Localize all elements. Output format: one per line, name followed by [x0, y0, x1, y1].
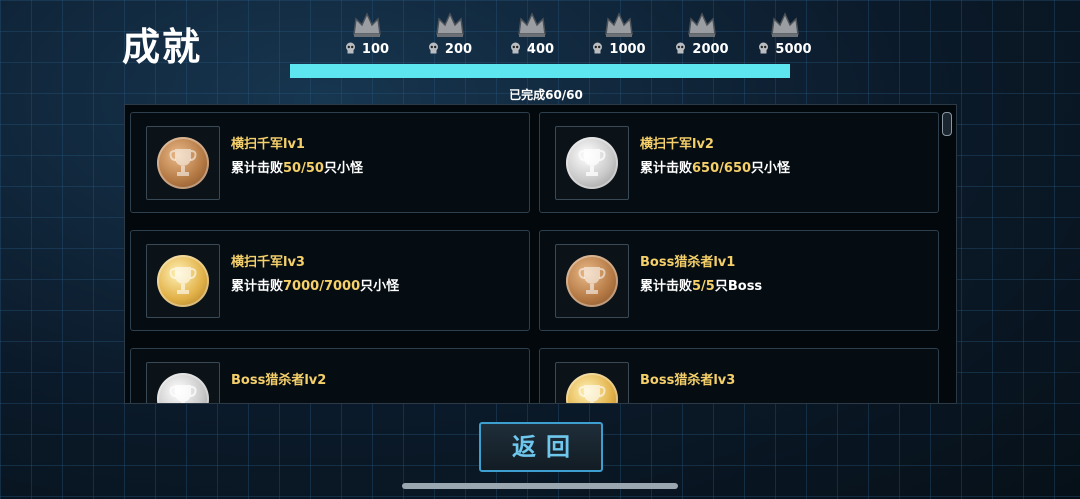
achievement-name: 横扫千军lv1: [231, 137, 305, 152]
achievement-card: 横扫千军lv1 累计击败50/50只小怪: [130, 112, 530, 213]
achievement-card: 横扫千军lv3 累计击败7000/7000只小怪: [130, 230, 530, 331]
medal-frame: [146, 244, 220, 318]
desc-count: 5/5: [692, 279, 715, 294]
skull-icon: [676, 42, 686, 54]
desc-prefix: 累计击败: [231, 279, 284, 294]
crown-icon: [771, 12, 799, 37]
milestone-5000: 5000: [750, 10, 820, 57]
milestone-400: 400: [497, 10, 567, 57]
achievement-name: 横扫千军lv2: [640, 137, 714, 152]
milestone-100: 100: [332, 10, 402, 57]
milestone-200: 200: [415, 10, 485, 57]
achievement-desc: 累计击败50/50只小怪: [231, 157, 363, 176]
crown-icon: [518, 12, 546, 37]
milestone-value: 1000: [609, 42, 646, 57]
desc-suffix: 只Boss: [714, 279, 763, 294]
progress-label: 已完成60/60: [509, 88, 583, 102]
milestone-value: 100: [361, 42, 390, 57]
desc-prefix: 累计击败: [640, 161, 693, 176]
gold-trophy-icon: [157, 255, 209, 307]
progress-bar: [290, 64, 790, 78]
achievement-list[interactable]: 横扫千军lv1 累计击败50/50只小怪 横扫千军lv2 累计击败650/650…: [124, 104, 957, 404]
crown-icon: [605, 12, 633, 37]
desc-prefix: 累计击败: [231, 161, 284, 176]
crown-icon: [688, 12, 716, 37]
medal-frame: [146, 362, 220, 403]
achievement-name: 横扫千军lv3: [231, 255, 305, 270]
gold-trophy-icon: [566, 373, 618, 403]
achievement-card: Boss猎杀者lv2: [130, 348, 530, 403]
back-button[interactable]: 返回: [479, 422, 603, 472]
achievement-card: Boss猎杀者lv3: [539, 348, 939, 403]
medal-frame: [555, 244, 629, 318]
milestone-value: 2000: [692, 42, 729, 57]
crown-icon: [353, 12, 381, 37]
achievement-desc: 累计击败650/650只小怪: [640, 157, 790, 176]
silver-trophy-icon: [566, 137, 618, 189]
skull-icon: [428, 42, 438, 54]
desc-count: 7000/7000: [283, 279, 361, 294]
skull-icon: [593, 42, 603, 54]
page-title: 成就: [122, 25, 203, 69]
desc-suffix: 只小怪: [360, 279, 400, 294]
achievement-name: Boss猎杀者lv2: [231, 373, 327, 388]
desc-count: 650/650: [692, 161, 752, 176]
medal-frame: [555, 362, 629, 403]
bronze-trophy-icon: [157, 137, 209, 189]
progress-fill: [290, 64, 790, 78]
desc-prefix: 累计击败: [640, 279, 693, 294]
achievement-desc: 累计击败7000/7000只小怪: [231, 275, 399, 294]
medal-frame: [555, 126, 629, 200]
skull-icon: [345, 42, 355, 54]
skull-icon: [510, 42, 520, 54]
medal-frame: [146, 126, 220, 200]
crown-icon: [436, 12, 464, 37]
achievement-name: Boss猎杀者lv1: [640, 255, 736, 270]
home-indicator[interactable]: [402, 483, 678, 489]
desc-suffix: 只小怪: [751, 161, 791, 176]
milestone-1000: 1000: [584, 10, 654, 57]
desc-count: 50/50: [283, 161, 324, 176]
milestone-value: 200: [444, 42, 473, 57]
desc-suffix: 只小怪: [323, 161, 363, 176]
silver-trophy-icon: [157, 373, 209, 403]
achievement-card: Boss猎杀者lv1 累计击败5/5只Boss: [539, 230, 939, 331]
achievement-name: Boss猎杀者lv3: [640, 373, 736, 388]
milestone-value: 400: [526, 42, 555, 57]
scrollbar[interactable]: [942, 112, 952, 136]
bronze-trophy-icon: [566, 255, 618, 307]
skull-icon: [759, 42, 769, 54]
milestone-value: 5000: [775, 42, 812, 57]
achievement-desc: 累计击败5/5只Boss: [640, 275, 762, 294]
milestone-2000: 2000: [667, 10, 737, 57]
achievement-card: 横扫千军lv2 累计击败650/650只小怪: [539, 112, 939, 213]
